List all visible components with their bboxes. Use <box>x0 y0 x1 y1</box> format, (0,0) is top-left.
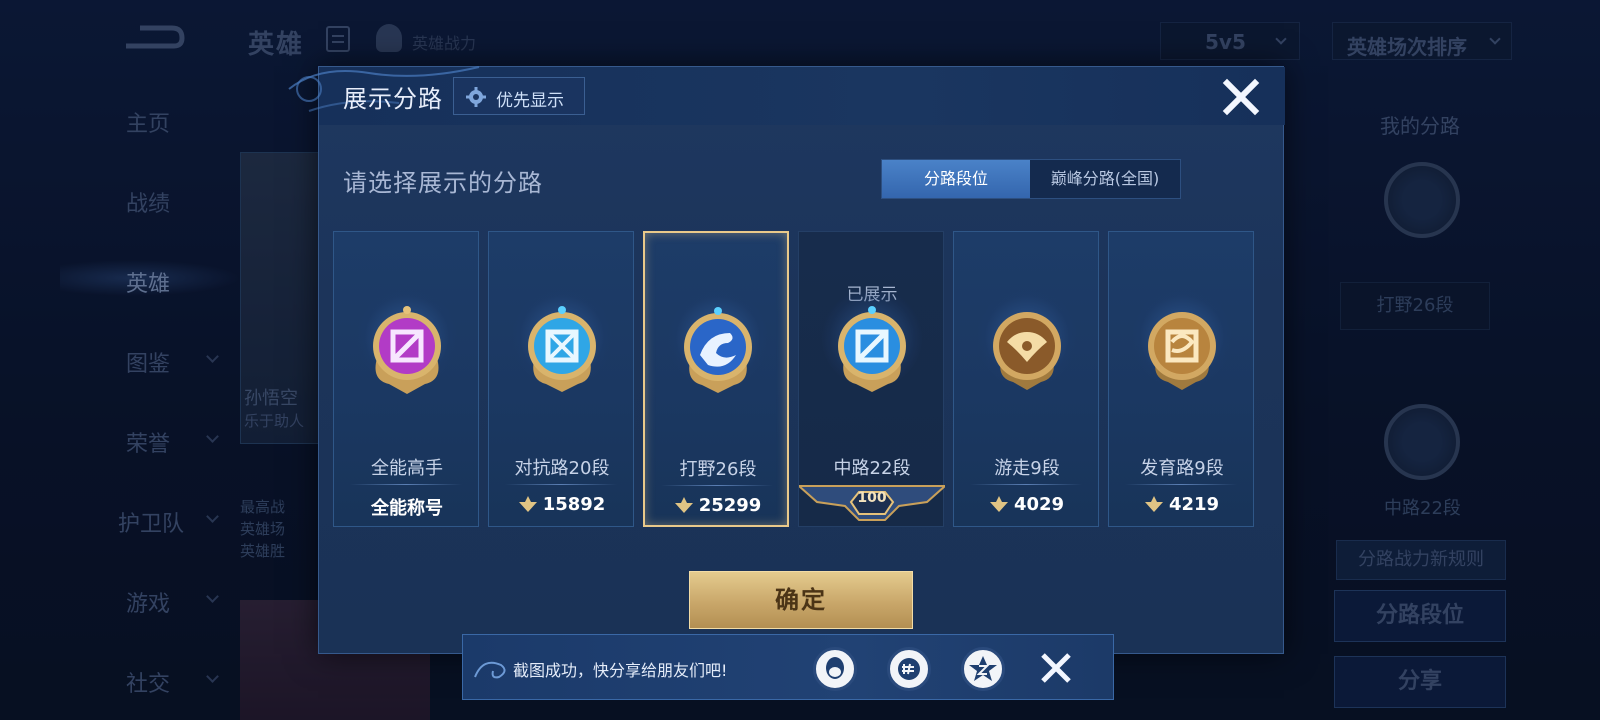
lane-card-roam[interactable]: 游走9段 4029 <box>953 231 1099 527</box>
toast-message: 截图成功，快分享给朋友们吧! <box>513 661 728 680</box>
lane-card-name: 中路22段 <box>833 458 911 479</box>
lane-card-value-row: 25299 <box>645 495 791 516</box>
priority-display-button[interactable]: 优先显示 <box>453 77 585 115</box>
farm-lane-badge-icon <box>1148 312 1216 390</box>
share-qzone-button[interactable] <box>961 647 1005 691</box>
lane-card-value: 4029 <box>1013 494 1065 515</box>
share-qq-button[interactable] <box>813 647 857 691</box>
priority-display-label: 优先显示 <box>496 91 564 111</box>
lane-card-value: 25299 <box>698 495 762 516</box>
qq-icon <box>826 657 844 679</box>
clash-lane-badge-icon <box>528 306 596 392</box>
lane-card-list: 全能高手 全能称号 对抗路20段 15892 打野26段 25299 中路22段… <box>333 231 1271 527</box>
combat-power-icon <box>1144 496 1163 512</box>
jungle-badge-icon <box>684 307 752 393</box>
roam-badge-icon <box>993 312 1061 390</box>
lane-card-value-row: 15892 <box>489 494 635 515</box>
tab-peak-lane[interactable]: 巅峰分路(全国) <box>1030 160 1180 198</box>
lane-card-clash[interactable]: 对抗路20段 15892 <box>488 231 634 527</box>
select-lane-prompt: 请选择展示的分路 <box>343 169 543 197</box>
lane-card-value: 全能称号 <box>371 498 443 519</box>
gear-icon <box>466 87 486 107</box>
combat-power-icon <box>989 496 1008 512</box>
combat-power-icon <box>518 496 537 512</box>
lane-card-value: 100 <box>857 490 887 506</box>
tab-lane-rank[interactable]: 分路段位 <box>882 160 1030 198</box>
card-divider <box>1125 484 1237 485</box>
close-icon[interactable] <box>1219 75 1263 119</box>
lane-card-all-round[interactable]: 全能高手 全能称号 <box>333 231 479 527</box>
lane-card-farm[interactable]: 发育路9段 4219 <box>1108 231 1254 527</box>
card-divider <box>350 484 462 485</box>
card-divider <box>661 485 773 486</box>
dialog-title: 展示分路 <box>343 85 443 113</box>
card-divider <box>970 484 1082 485</box>
screenshot-share-toast: 截图成功，快分享给朋友们吧! <box>462 634 1114 700</box>
share-wechat-moments-button[interactable] <box>887 647 931 691</box>
confirm-button[interactable]: 确定 <box>689 571 913 629</box>
lane-card-name: 游走9段 <box>994 458 1060 479</box>
mid-lane-badge-icon <box>838 306 906 392</box>
lane-tabs: 分路段位 巅峰分路(全国) <box>881 159 1181 199</box>
lane-card-name: 对抗路20段 <box>514 458 610 479</box>
lane-card-jungle[interactable]: 打野26段 25299 <box>643 231 789 527</box>
qzone-icon <box>969 656 997 681</box>
lane-card-value: 4219 <box>1168 494 1220 515</box>
lane-card-name: 发育路9段 <box>1140 458 1224 479</box>
lane-card-mid[interactable]: 已展示 中路22段 100 <box>798 231 945 527</box>
card-divider <box>505 484 617 485</box>
lane-card-value: 15892 <box>542 494 606 515</box>
close-icon[interactable] <box>1037 649 1075 687</box>
wechat-moments-icon <box>898 658 920 680</box>
lane-card-name: 打野26段 <box>679 459 757 480</box>
lane-card-value-row: 4029 <box>954 494 1100 515</box>
lane-card-value-row: 4219 <box>1109 494 1255 515</box>
all-round-badge-icon <box>373 306 441 394</box>
combat-power-icon <box>674 497 693 513</box>
lane-card-name: 全能高手 <box>371 458 443 479</box>
lane-display-dialog: 展示分路 优先显示 请选择展示的分路 分路段位 巅峰分路(全国) 全能高手 全能… <box>288 66 1285 654</box>
